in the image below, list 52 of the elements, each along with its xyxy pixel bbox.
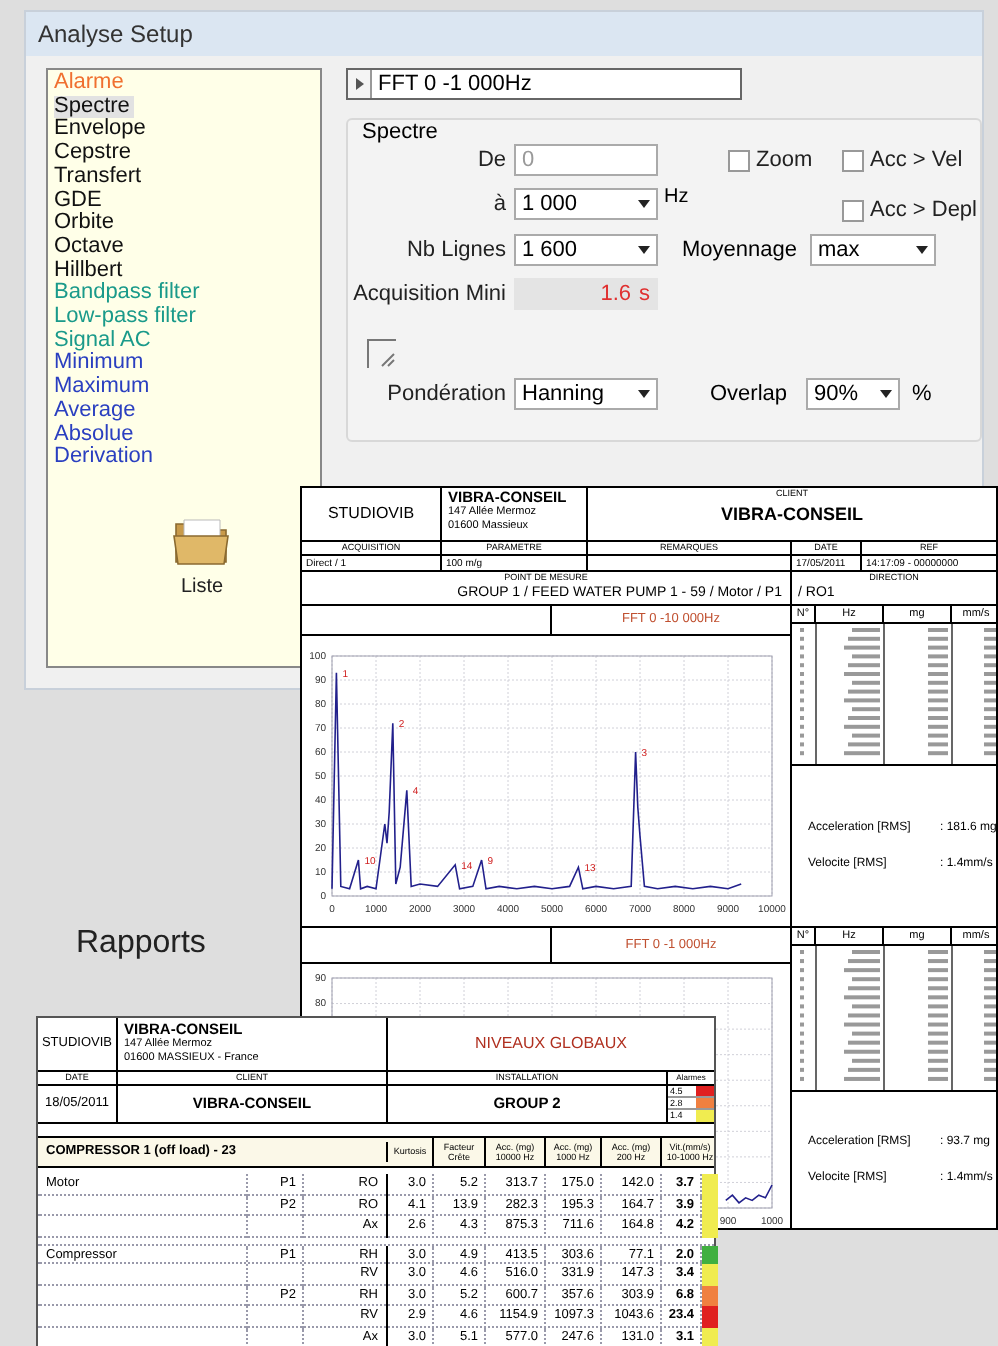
- company-name: STUDIOVIB: [327, 502, 415, 526]
- analysis-item[interactable]: Spectre: [54, 95, 134, 119]
- checkbox-label: Zoom: [756, 145, 813, 176]
- caret-icon: [880, 390, 892, 398]
- analysis-title: FFT 0 -1 000Hz: [376, 70, 534, 98]
- checkbox[interactable]: [842, 199, 864, 222]
- field-label: Nb Lignes: [404, 235, 508, 266]
- caret-icon: [916, 246, 928, 254]
- analysis-item[interactable]: Maximum: [54, 376, 154, 400]
- field-label: Overlap: [710, 379, 790, 410]
- acquisition-value: 1.6: [600, 279, 631, 310]
- caret-icon: [638, 200, 650, 208]
- overlap-dropdown[interactable]: 90%: [806, 378, 900, 410]
- analysis-item[interactable]: Orbite: [54, 212, 118, 236]
- analysis-item[interactable]: Octave: [54, 235, 128, 260]
- report-title: NIVEAUX GLOBAUX: [474, 1032, 628, 1056]
- weighting-dropdown[interactable]: Hanning: [514, 378, 658, 410]
- field-label: Pondération: [385, 379, 508, 410]
- checkbox[interactable]: [842, 149, 864, 171]
- acquisition-unit: s: [639, 279, 650, 310]
- caret-icon: [638, 246, 650, 254]
- analysis-item[interactable]: Transfert: [54, 165, 146, 190]
- analysis-item[interactable]: Cepstre: [54, 142, 136, 166]
- analysis-item[interactable]: Hillbert: [54, 259, 127, 283]
- lines-dropdown[interactable]: 1 600: [514, 234, 658, 266]
- averaging-dropdown[interactable]: max: [810, 234, 936, 266]
- to-dropdown[interactable]: 1 000: [514, 188, 658, 220]
- unit-label: Hz: [664, 188, 691, 208]
- analysis-item[interactable]: GDE: [54, 189, 106, 213]
- analysis-item[interactable]: Minimum: [54, 352, 148, 377]
- field-label: à: [491, 190, 508, 220]
- field-label: Moyennage: [682, 235, 799, 266]
- field-label: De: [475, 145, 508, 176]
- expand-icon[interactable]: [348, 70, 372, 98]
- analysis-header-field[interactable]: FFT 0 -1 000Hz: [346, 68, 742, 100]
- field-label: Acquisition Mini: [351, 279, 508, 310]
- analysis-item[interactable]: Envelope: [54, 118, 150, 143]
- section-heading: Rapports: [76, 924, 206, 964]
- unit-label: %: [912, 379, 932, 410]
- resize-icon[interactable]: [366, 338, 398, 370]
- checkbox-label: Acc > Vel: [870, 145, 963, 176]
- analysis-item[interactable]: Absolue: [54, 423, 138, 447]
- checkbox-label: Acc > Depl: [870, 196, 977, 226]
- spectrum-line: [725, 1184, 773, 1204]
- checkbox[interactable]: [728, 149, 750, 171]
- client-name: VIBRA-CONSEIL: [720, 502, 863, 528]
- analysis-item[interactable]: Average: [54, 399, 140, 424]
- window-title: Analyse Setup: [26, 12, 982, 56]
- analysis-item[interactable]: Derivation: [54, 446, 158, 470]
- caret-icon: [638, 390, 650, 398]
- folder-label[interactable]: Liste: [180, 572, 224, 602]
- group-title: Spectre: [360, 120, 438, 144]
